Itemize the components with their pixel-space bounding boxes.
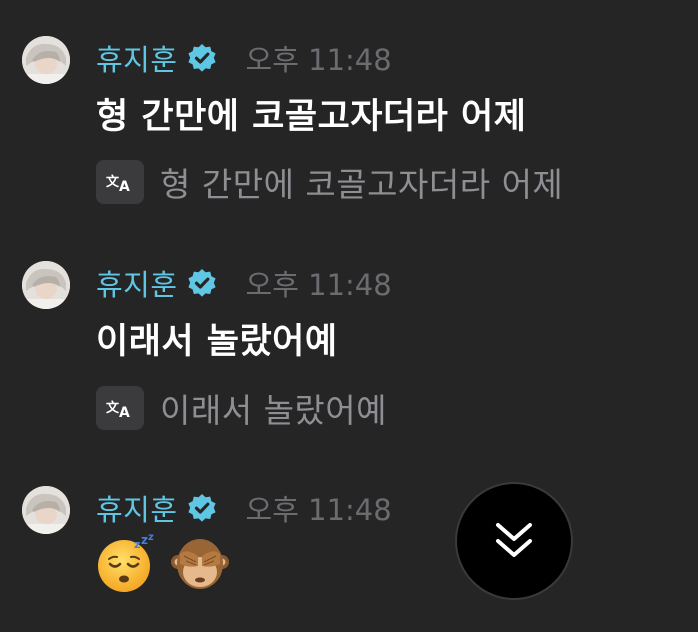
author-name[interactable]: 휴지훈: [96, 262, 178, 304]
svg-text:z: z: [148, 534, 154, 543]
svg-text:文: 文: [106, 174, 120, 190]
svg-text:z: z: [134, 538, 140, 551]
avatar[interactable]: [22, 486, 70, 534]
translate-icon[interactable]: 文 A: [96, 160, 144, 204]
verified-badge-icon: [187, 269, 216, 297]
author-name[interactable]: 휴지훈: [96, 37, 178, 79]
see-no-evil-monkey-emoji-icon: [171, 539, 229, 589]
svg-text:A: A: [119, 179, 130, 194]
verified-badge-icon: [187, 44, 216, 72]
avatar[interactable]: [22, 36, 70, 84]
translation-text: 이래서 놀랐어예: [160, 391, 388, 430]
author-name[interactable]: 휴지훈: [96, 487, 178, 529]
timestamp: 오후 11:48: [245, 43, 392, 77]
verified-badge-icon: [187, 494, 216, 522]
timestamp: 오후 11:48: [245, 268, 392, 302]
translate-icon[interactable]: 文 A: [96, 386, 144, 430]
svg-text:A: A: [119, 405, 130, 420]
svg-text:z: z: [141, 534, 148, 547]
double-chevron-down-icon: [496, 523, 532, 557]
avatar[interactable]: [22, 261, 70, 309]
sleeping-face-emoji-icon: z z z: [98, 534, 154, 592]
svg-text:文: 文: [106, 400, 120, 416]
message-text: 형 간만에 코골고자더라 어제: [96, 97, 527, 137]
emoji-message: z z z: [96, 534, 230, 594]
translation-text: 형 간만에 코골고자더라 어제: [160, 165, 564, 204]
timestamp: 오후 11:48: [245, 493, 392, 527]
scroll-to-bottom-button[interactable]: [455, 482, 573, 600]
message-text: 이래서 놀랐어예: [96, 322, 338, 362]
